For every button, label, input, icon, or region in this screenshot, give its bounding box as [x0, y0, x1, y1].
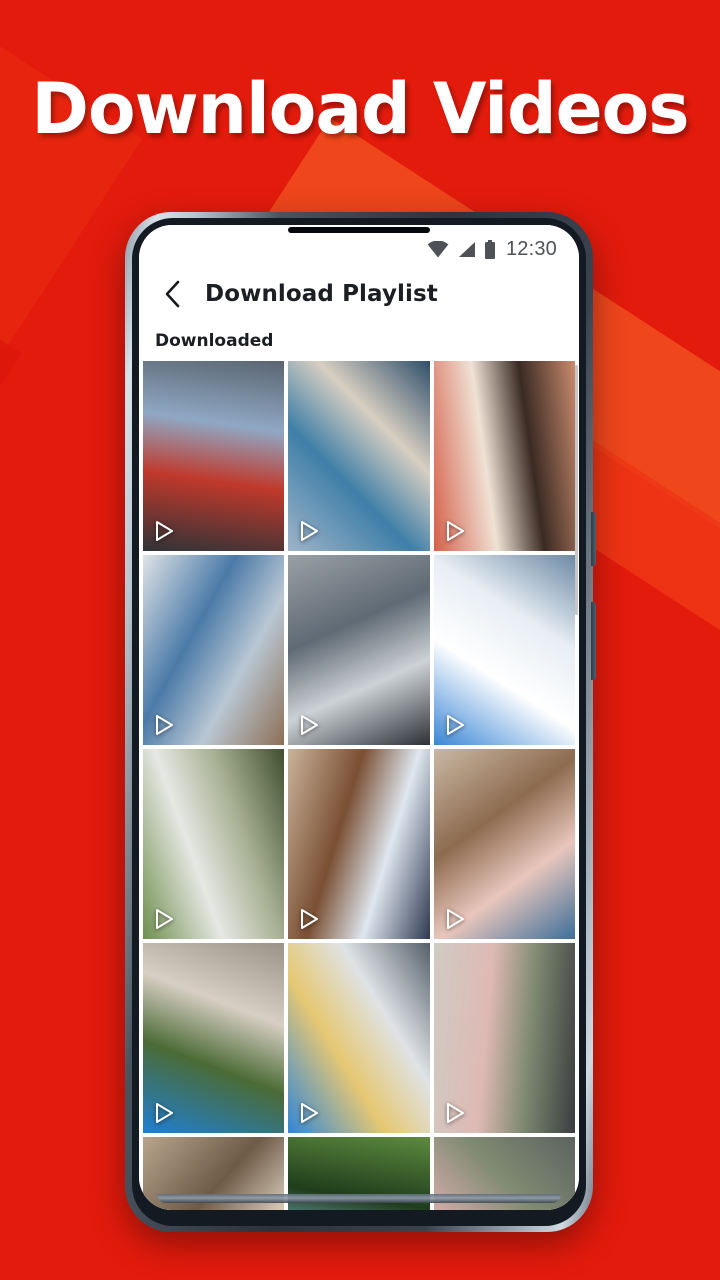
video-thumbnail[interactable]	[433, 749, 575, 939]
video-thumbnail[interactable]	[433, 361, 575, 551]
play-triangle-icon[interactable]	[151, 1100, 177, 1126]
promo-headline: Download Videos	[31, 68, 689, 150]
wifi-icon	[427, 240, 449, 257]
app-bar: Download Playlist	[139, 267, 579, 321]
play-triangle-icon[interactable]	[296, 906, 322, 932]
play-triangle-icon[interactable]	[151, 518, 177, 544]
video-thumbnail[interactable]	[143, 749, 285, 939]
downloads-grid	[143, 361, 575, 1210]
background-diagonal-band-topleft	[0, 0, 143, 349]
video-thumbnail[interactable]	[433, 555, 575, 745]
video-thumbnail[interactable]	[288, 943, 430, 1133]
video-thumbnail[interactable]	[143, 943, 285, 1133]
play-triangle-icon[interactable]	[151, 906, 177, 932]
play-triangle-icon[interactable]	[442, 906, 468, 932]
play-triangle-icon[interactable]	[442, 1100, 468, 1126]
phone-power-button[interactable]	[591, 602, 596, 680]
play-triangle-icon[interactable]	[442, 518, 468, 544]
play-triangle-icon[interactable]	[296, 518, 322, 544]
video-thumbnail[interactable]	[143, 555, 285, 745]
phone-screen: 12:30 Download Playlist Downloaded	[139, 225, 579, 1210]
play-triangle-icon[interactable]	[296, 712, 322, 738]
app-window: 12:30 Download Playlist Downloaded	[139, 225, 579, 1210]
phone-volume-button[interactable]	[591, 512, 596, 566]
video-thumbnail[interactable]	[288, 361, 430, 551]
page-title: Download Playlist	[205, 281, 438, 307]
video-thumbnail[interactable]	[288, 749, 430, 939]
status-bar-clock: 12:30	[505, 237, 557, 260]
phone-mockup: 12:30 Download Playlist Downloaded	[125, 212, 596, 1232]
play-triangle-icon[interactable]	[442, 712, 468, 738]
downloads-scroll-area[interactable]	[139, 361, 579, 1210]
back-button[interactable]	[159, 279, 185, 309]
video-thumbnail[interactable]	[288, 555, 430, 745]
section-header-downloaded: Downloaded	[155, 331, 274, 351]
video-thumbnail[interactable]	[143, 361, 285, 551]
cellular-signal-icon	[458, 241, 475, 257]
phone-chin	[157, 1194, 561, 1203]
play-triangle-icon[interactable]	[296, 1100, 322, 1126]
video-thumbnail[interactable]	[433, 943, 575, 1133]
battery-full-icon	[484, 239, 495, 259]
earpiece-speaker	[288, 227, 430, 233]
chevron-left-icon	[165, 280, 179, 308]
play-triangle-icon[interactable]	[151, 712, 177, 738]
vertical-scrollbar[interactable]	[575, 365, 578, 615]
background-diagonal-band-left	[0, 190, 22, 488]
